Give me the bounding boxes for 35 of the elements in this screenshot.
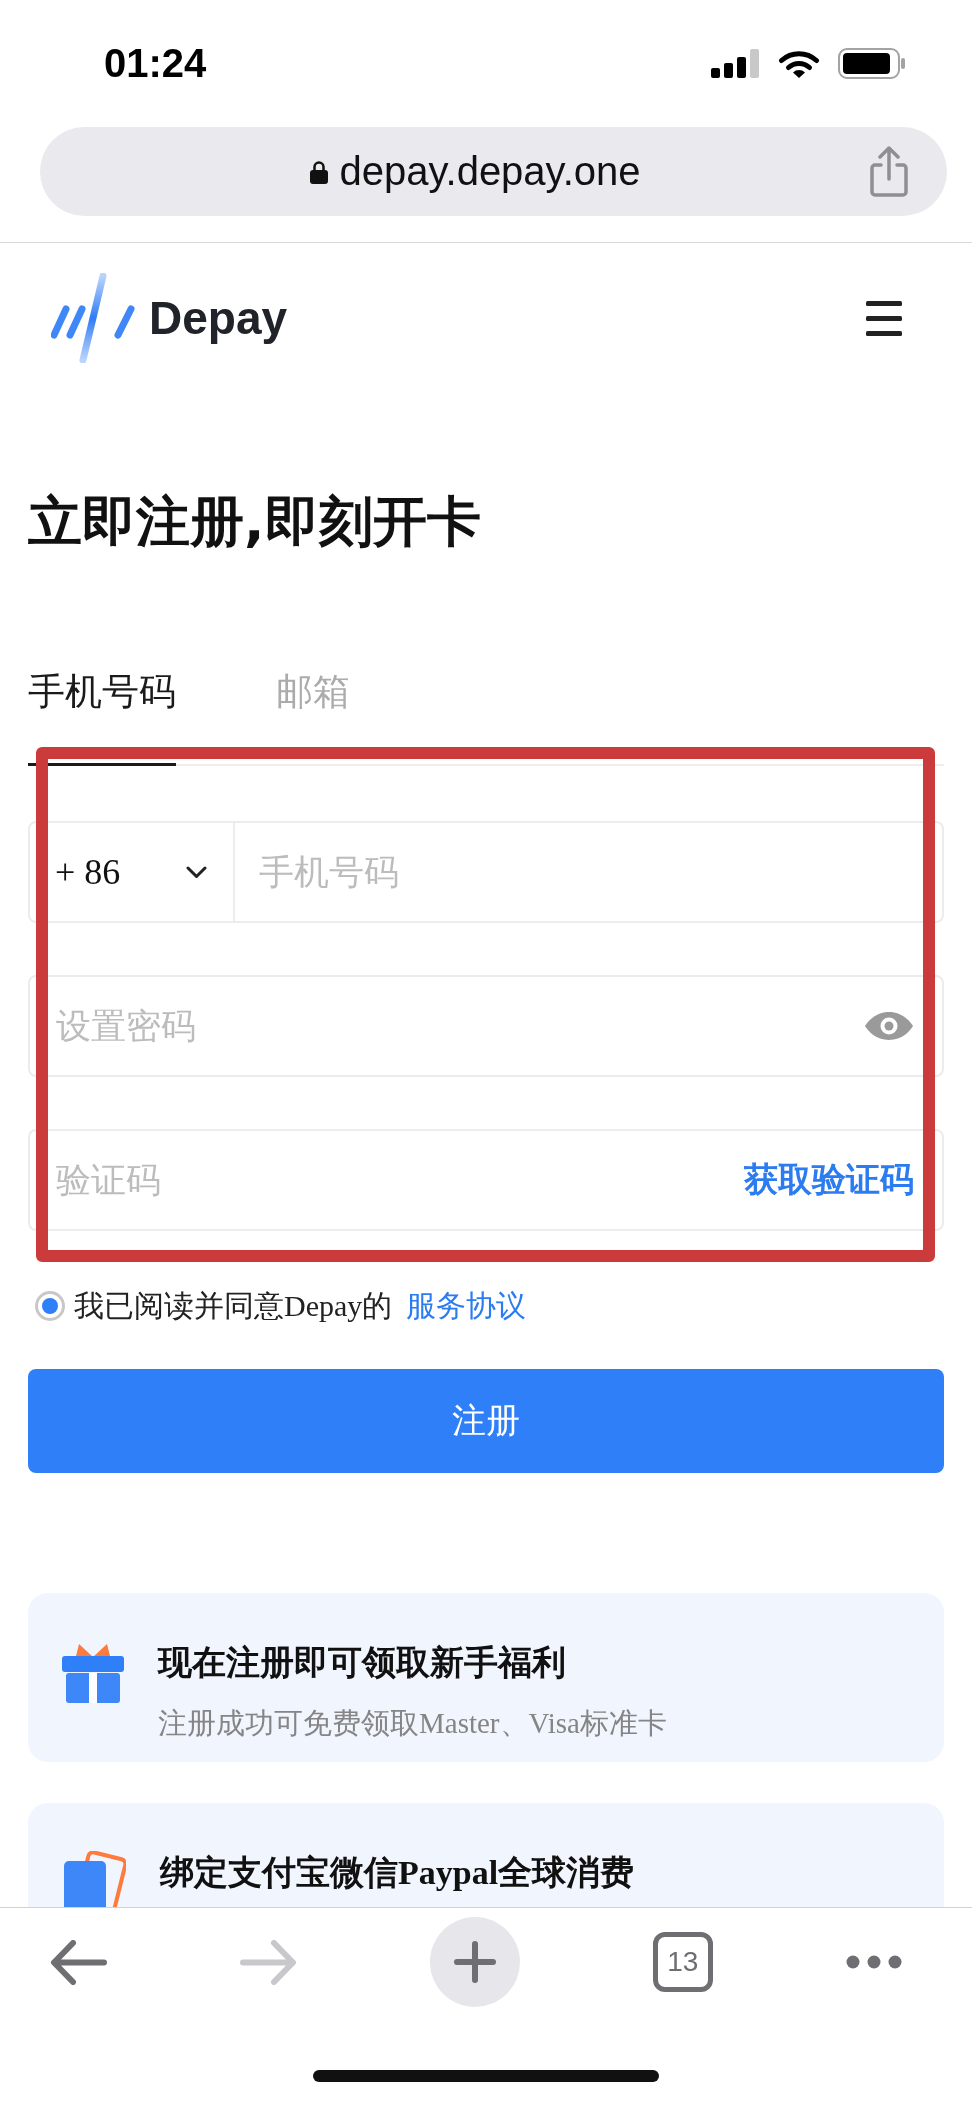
back-arrow-icon[interactable] [51,1939,107,1985]
get-code-button[interactable]: 获取验证码 [744,1157,914,1203]
address-bar[interactable]: depay.depay.one [40,127,947,216]
code-field[interactable]: 验证码 获取验证码 [28,1129,944,1231]
logo-text: Depay [149,291,288,345]
phone-field[interactable]: + 86 手机号码 [28,821,944,923]
radio-button[interactable] [35,1291,65,1321]
register-button[interactable]: 注册 [28,1369,944,1473]
url-text: depay.depay.one [339,149,641,194]
phone-input[interactable]: 手机号码 [235,823,942,921]
battery-icon [838,48,906,79]
menu-icon[interactable] [866,300,902,336]
agreement-text: 我已阅读并同意Depay的 服务协议 [74,1289,527,1323]
code-input[interactable]: 验证码 [56,1131,744,1229]
chevron-down-icon [186,865,207,879]
tab[interactable]: 手机号码 [28,667,176,766]
page-title: 立即注册,即刻开卡 [28,489,482,555]
tabs-button[interactable]: 13 [652,1932,713,1992]
card-icon [62,1851,126,1907]
gift-icon [62,1641,124,1703]
eye-icon[interactable] [864,1010,914,1042]
benefit-title: 现在注册即可领取新手福利 [158,1643,567,1683]
more-dots-icon[interactable] [846,1955,902,1969]
terms-link[interactable]: 服务协议 [406,1289,527,1322]
share-icon[interactable] [868,146,910,197]
plus-icon[interactable] [429,1917,520,2007]
status-time: 01:24 [104,41,207,86]
password-input[interactable]: 设置密码 [56,977,864,1075]
benefit-subtitle: 注册成功可免费领取Master、Visa标准卡 [158,1706,667,1741]
benefit-title: 绑定支付宝微信Paypal全球消费 [160,1853,635,1893]
country-code-select[interactable]: + 86 [30,823,235,921]
password-field[interactable]: 设置密码 [28,975,944,1077]
signal-icon [711,49,760,78]
lock-icon [309,159,328,184]
wifi-icon [778,48,820,79]
